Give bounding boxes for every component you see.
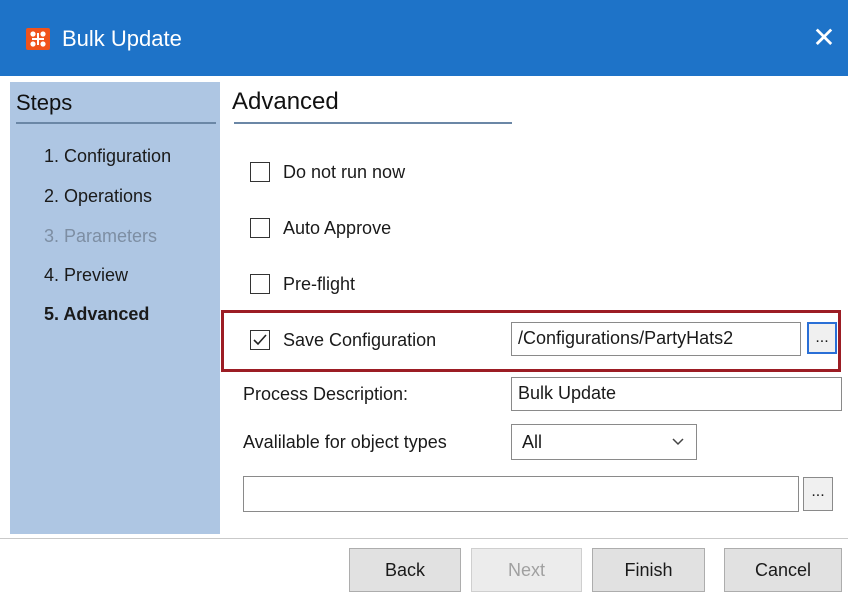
process-description-input[interactable]: Bulk Update	[511, 377, 842, 411]
process-description-label: Process Description:	[243, 384, 409, 404]
extra-path-field[interactable]	[243, 476, 799, 512]
step-advanced[interactable]: 5. Advanced	[44, 304, 149, 325]
back-button[interactable]: Back	[349, 548, 461, 592]
footer-divider	[0, 538, 848, 539]
pre-flight-label: Pre-flight	[283, 274, 356, 294]
next-button: Next	[471, 548, 582, 592]
auto-approve-checkbox[interactable]	[250, 218, 270, 238]
object-types-label: Avalilable for object types	[243, 432, 447, 452]
step-operations[interactable]: 2. Operations	[44, 186, 152, 207]
close-button[interactable]: ✕	[800, 18, 848, 58]
pre-flight-checkbox[interactable]	[250, 274, 270, 294]
app-logo-icon	[26, 28, 50, 50]
extra-browse-button[interactable]: ...	[803, 477, 833, 511]
window-title: Bulk Update	[62, 26, 182, 51]
configuration-path-field[interactable]: /Configurations/PartyHats2	[511, 322, 801, 356]
do-not-run-now-checkbox[interactable]	[250, 162, 270, 182]
step-preview[interactable]: 4. Preview	[44, 265, 128, 286]
steps-title: Steps	[16, 90, 73, 115]
finish-button[interactable]: Finish	[592, 548, 705, 592]
section-title: Advanced	[232, 88, 339, 115]
close-icon: ✕	[812, 22, 836, 53]
object-types-select[interactable]: All	[511, 424, 697, 460]
steps-panel: Steps 1. Configuration 2. Operations 3. …	[10, 82, 220, 534]
checkmark-icon	[253, 334, 267, 346]
auto-approve-label: Auto Approve	[283, 218, 392, 238]
title-bar: Bulk Update ✕	[0, 0, 848, 76]
object-types-value: All	[522, 432, 543, 452]
step-configuration[interactable]: 1. Configuration	[44, 146, 171, 167]
configuration-browse-button[interactable]: ...	[807, 322, 837, 354]
chevron-down-icon	[672, 438, 684, 446]
save-configuration-label: Save Configuration	[283, 330, 437, 350]
cancel-button[interactable]: Cancel	[724, 548, 842, 592]
do-not-run-now-label: Do not run now	[283, 162, 406, 182]
bulk-update-dialog: Bulk Update ✕ Steps 1. Configuration 2. …	[0, 0, 848, 597]
steps-divider	[16, 122, 216, 124]
section-divider	[234, 122, 512, 124]
step-parameters: 3. Parameters	[44, 226, 158, 246]
save-configuration-checkbox[interactable]	[250, 330, 270, 350]
